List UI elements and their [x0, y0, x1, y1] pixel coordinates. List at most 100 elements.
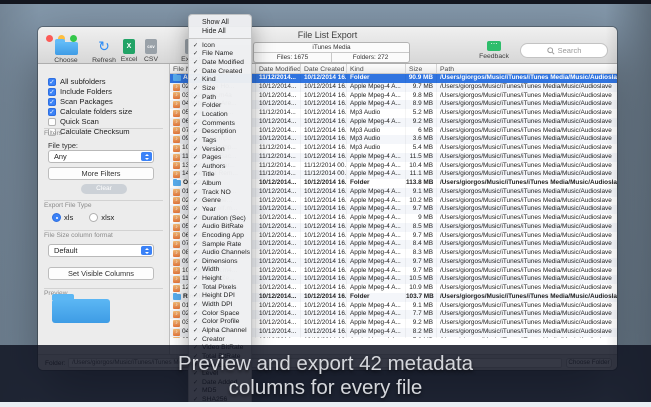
date-modified-cell: 11/12/2014... [256, 170, 301, 179]
menu-item-label: Version [202, 146, 225, 153]
sidebar-checkbox[interactable]: ✓ Include Folders [48, 87, 112, 96]
columns-menu-item[interactable]: ✓Creator [189, 335, 251, 344]
columns-menu-item[interactable]: ✓Folder [189, 101, 251, 110]
path-cell: /Users/giorgos/Music/iTunes/iTunes Media… [437, 179, 617, 188]
checkmark-icon: ✓ [193, 68, 200, 75]
date-modified-cell: 10/12/2014... [256, 275, 301, 284]
kind-cell: Apple Mpeg-4 A... [347, 319, 406, 328]
menu-show-all[interactable]: Show All [189, 18, 251, 27]
kind-cell: Apple Mpeg-4 A... [347, 197, 406, 206]
columns-menu-item[interactable]: ✓Sample Rate [189, 240, 251, 249]
path-cell: /Users/giorgos/Music/iTunes/iTunes Media… [437, 328, 617, 337]
date-created-cell: 10/12/2014 16... [301, 109, 347, 118]
columns-menu-item[interactable]: ✓File Name [189, 50, 251, 59]
column-header-path[interactable]: Path [437, 64, 617, 73]
columns-menu-item[interactable]: ✓Audio Channels [189, 248, 251, 257]
checkmark-icon: ✓ [193, 85, 200, 92]
columns-menu-item[interactable]: ✓Date Created [189, 67, 251, 76]
set-visible-columns-button[interactable]: Set Visible Columns [48, 267, 154, 280]
size-cell: 9.1 MB [406, 188, 437, 197]
folder-icon [173, 180, 181, 186]
checkbox-icon[interactable]: ✓ [48, 88, 56, 96]
columns-menu-item[interactable]: ✓Audio BitRate [189, 222, 251, 231]
columns-menu-item[interactable]: ✓Authors [189, 162, 251, 171]
columns-menu-item[interactable]: ✓Path [189, 93, 251, 102]
menu-item-label: Date Modified [202, 59, 244, 66]
sidebar-checkbox[interactable]: ✓All subfolders [48, 77, 106, 86]
kind-cell: Mp3 Audio [347, 127, 406, 136]
columns-menu-item[interactable]: ✓Album [189, 179, 251, 188]
date-created-cell: 10/12/2014 16... [301, 179, 347, 188]
column-header-kind[interactable]: Kind [347, 64, 406, 73]
columns-menu-item[interactable]: ✓Size [189, 84, 251, 93]
date-created-cell: 10/12/2014 16... [301, 232, 347, 241]
column-header-date-modified[interactable]: Date Modified [256, 64, 301, 73]
search-placeholder: Search [558, 46, 582, 55]
menu-item-label: Color Space [202, 310, 239, 317]
date-created-cell: 10/12/2014 16... [301, 118, 347, 127]
columns-menu-item[interactable]: ✓Total Pixels [189, 283, 251, 292]
checkbox-icon[interactable]: ✓ [48, 108, 56, 116]
promo-caption-line2: columns for every file [0, 376, 651, 400]
columns-menu-item[interactable]: ✓Duration (Sec) [189, 214, 251, 223]
size-cell: 10.4 MB [406, 162, 437, 171]
path-cell: /Users/giorgos/Music/iTunes/iTunes Media… [437, 337, 617, 339]
columns-menu-item[interactable]: ✓Pages [189, 153, 251, 162]
xls-radio[interactable]: xls [52, 213, 73, 222]
search-input[interactable]: Search [520, 43, 608, 58]
columns-menu-item[interactable]: ✓Icon [189, 41, 251, 50]
more-filters-button[interactable]: More Filters [48, 167, 154, 180]
columns-menu-item[interactable]: ✓Track NO [189, 188, 251, 197]
columns-menu-item[interactable]: ✓Alpha Channel [189, 326, 251, 335]
columns-menu-item[interactable]: ✓Color Profile [189, 318, 251, 327]
checkbox-icon[interactable]: ✓ [48, 98, 56, 106]
columns-menu-item[interactable]: ✓Kind [189, 76, 251, 85]
columns-menu-item[interactable]: ✓Version [189, 145, 251, 154]
audio-file-icon: ♪ [173, 215, 180, 222]
checkbox-icon[interactable] [48, 118, 56, 126]
xlsx-radio[interactable]: xlsx [89, 213, 114, 222]
columns-menu-item[interactable]: ✓Height DPI [189, 292, 251, 301]
sidebar-checkbox[interactable]: Quick Scan [48, 117, 99, 126]
feedback-toolbar-button[interactable]: ⋯ Feedback [476, 39, 512, 60]
columns-menu-item[interactable]: ✓Date Modified [189, 58, 251, 67]
date-modified-cell: 10/12/2014... [256, 197, 301, 206]
menu-item-label: Title [202, 171, 215, 178]
columns-menu-item[interactable]: ✓Year [189, 205, 251, 214]
export-file-type-section-label: Export File Type [44, 200, 163, 209]
columns-menu-item[interactable]: ✓Location [189, 110, 251, 119]
size-format-dropdown[interactable]: Default [48, 244, 154, 257]
kind-cell: Folder [347, 74, 406, 83]
path-cell: /Users/giorgos/Music/iTunes/iTunes Media… [437, 258, 617, 267]
size-cell: 11.5 MB [406, 153, 437, 162]
columns-menu-item[interactable]: ✓Comments [189, 119, 251, 128]
checkbox-icon[interactable]: ✓ [48, 78, 56, 86]
columns-menu-item[interactable]: ✓Description [189, 127, 251, 136]
columns-menu-item[interactable]: ✓Height [189, 274, 251, 283]
columns-menu-item[interactable]: ✓Width [189, 266, 251, 275]
columns-menu-item[interactable]: ✓Title [189, 171, 251, 180]
audio-file-icon: ♪ [173, 162, 180, 169]
sidebar-checkbox[interactable]: ✓Calculate folders size [48, 107, 132, 116]
columns-menu-item[interactable]: ✓Tags [189, 136, 251, 145]
kind-cell: Apple Mpeg-4 A... [347, 92, 406, 101]
csv-export-toolbar-button[interactable]: csv CSV [140, 39, 162, 63]
path-cell: /Users/giorgos/Music/iTunes/iTunes Media… [437, 135, 617, 144]
columns-menu-item[interactable]: ✓Dimensions [189, 257, 251, 266]
refresh-toolbar-button[interactable]: ↻ Refresh [90, 39, 118, 64]
column-header-size[interactable]: Size [406, 64, 437, 73]
file-type-dropdown[interactable]: Any [48, 150, 154, 163]
menu-hide-all[interactable]: Hide All [189, 27, 251, 36]
app-window: File List Export Choose Folder ↻ Refresh… [38, 27, 617, 370]
excel-export-toolbar-button[interactable]: X Excel [118, 39, 140, 63]
columns-menu-item[interactable]: ✓Genre [189, 197, 251, 206]
clear-button[interactable]: Clear [81, 184, 127, 194]
path-cell: /Users/giorgos/Music/iTunes/iTunes Media… [437, 100, 617, 109]
columns-menu-item[interactable]: ✓Color Space [189, 309, 251, 318]
checkbox-label: Include Folders [60, 87, 112, 96]
column-header-date-created[interactable]: Date Created [301, 64, 347, 73]
sidebar-checkbox[interactable]: ✓Scan Packages [48, 97, 113, 106]
columns-menu-item[interactable]: ✓Width DPI [189, 300, 251, 309]
columns-menu-item[interactable]: ✓Encoding App [189, 231, 251, 240]
path-cell: /Users/giorgos/Music/iTunes/iTunes Media… [437, 284, 617, 293]
